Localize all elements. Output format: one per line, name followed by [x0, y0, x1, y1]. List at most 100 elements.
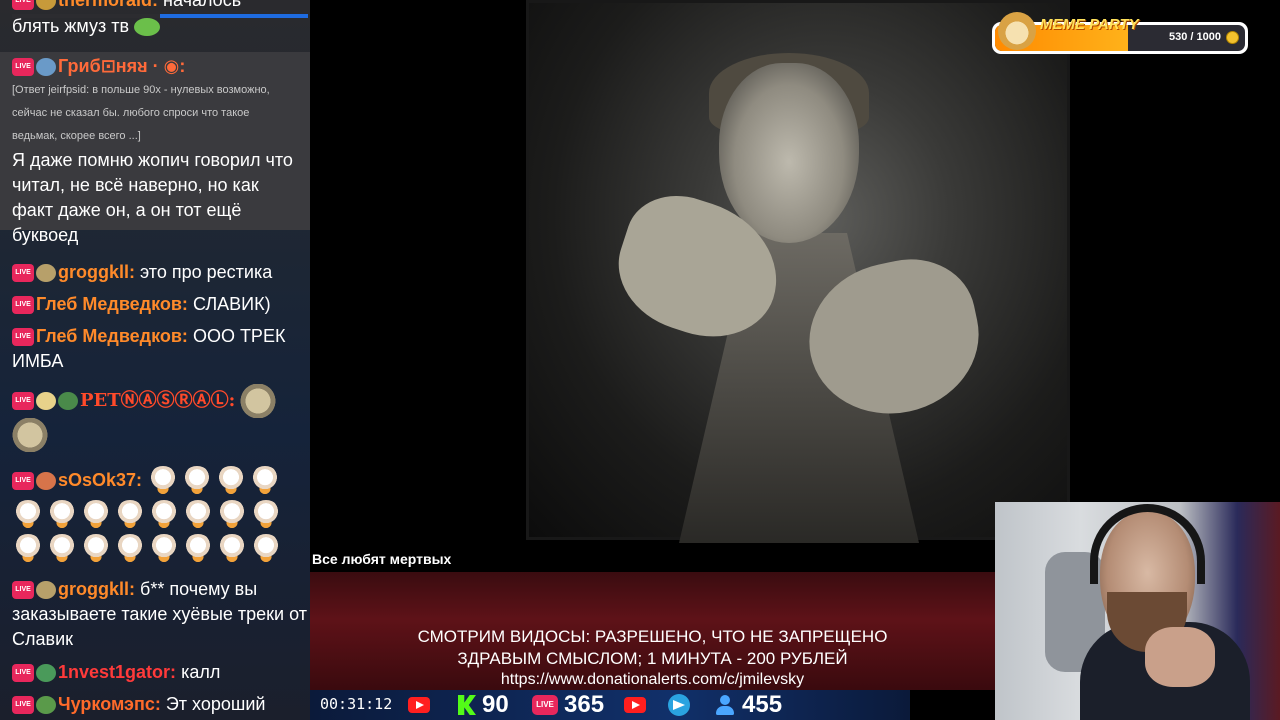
reply-quote: [Ответ jeirfpsid: в польше 90х - нулевых…	[12, 84, 270, 142]
meme-party-title: MEME PARTY	[1040, 16, 1139, 33]
chat-text: Эт хороший	[165, 694, 266, 714]
chat-username[interactable]: sOsOk37:	[58, 470, 142, 490]
live-viewer-count: 365	[564, 691, 605, 718]
emote-badge-icon	[36, 58, 56, 77]
chat-message: LIVE Глеб Медведков: СЛАВИК)	[12, 292, 308, 317]
telegram-icon	[668, 694, 690, 716]
photo-face	[719, 63, 859, 243]
live-badge: LIVE	[12, 472, 34, 490]
banner-line-2: ЗДРАВЫМ СМЫСЛОМ; 1 МИНУТА - 200 РУБЛЕЙ	[457, 649, 848, 668]
chat-username[interactable]: Чуркомэпс:	[58, 694, 161, 714]
donation-link[interactable]: https://www.donationalerts.com/c/jmilevs…	[310, 669, 995, 691]
pepe-emote-icon	[36, 664, 56, 683]
live-badge: LIVE	[12, 664, 34, 683]
meme-party-widget: 530 / 1000 MEME PARTY	[992, 12, 1248, 54]
live-badge: LIVE	[12, 581, 34, 600]
streamer-webcam	[995, 502, 1280, 720]
chat-text: б** почему вы заказываете такие хуёвые т…	[12, 579, 307, 649]
chat-message: LIVE thermoraid: началось	[12, 0, 308, 13]
telegram-stat	[668, 690, 690, 720]
stream-timer: 00:31:12	[320, 695, 393, 713]
emote-badge-icon	[36, 264, 56, 283]
chat-text: блять жмуз тв	[12, 16, 130, 36]
doge-icon	[998, 12, 1036, 50]
user-icon	[714, 694, 736, 716]
live-badge: LIVE	[12, 392, 34, 410]
chat-username[interactable]: PETⓃⒶⓈⓇⒶⓁ:	[80, 390, 235, 411]
chicken-emote-icon	[216, 500, 248, 532]
chicken-emote-icon	[46, 500, 78, 532]
live-icon: LIVE	[532, 695, 558, 715]
chat-message: LIVE groggkll: это про рестика	[12, 260, 308, 285]
donation-banner: СМОТРИМ ВИДОСЫ: РАЗРЕШЕНО, ЧТО НЕ ЗАПРЕЩ…	[310, 572, 995, 690]
chat-username[interactable]: Гриб⊡няᴚ · ◉:	[58, 56, 185, 76]
chicken-emote-icon	[182, 500, 214, 532]
emote-badge-icon	[36, 472, 56, 490]
video-frame-photo	[526, 0, 1070, 543]
chat-text: Я даже помню жопич говорил что читал, не…	[12, 150, 293, 245]
chat-message: LIVE PETⓃⒶⓈⓇⒶⓁ:	[12, 384, 308, 452]
chat-message: блять жмуз тв	[12, 14, 308, 39]
chicken-emote-icon	[148, 534, 180, 566]
chicken-emote-icon	[147, 466, 180, 498]
chicken-emote-icon	[46, 534, 78, 566]
chicken-emote-icon	[182, 534, 214, 566]
chat-message: LIVE 1nvest1gator: калл	[12, 660, 308, 685]
chicken-emote-icon	[114, 534, 146, 566]
live-badge: LIVE	[12, 0, 34, 11]
chicken-emote-icon	[181, 466, 214, 498]
webcam-hand	[1145, 627, 1215, 687]
chicken-emote-icon	[80, 500, 112, 532]
chat-username[interactable]: groggkll:	[58, 262, 135, 282]
youtube-stat	[408, 690, 430, 720]
chicken-emote-icon	[216, 534, 248, 566]
chicken-emote-icon	[80, 534, 112, 566]
chat-message: LIVE Чуркомэпс: Эт хороший	[12, 692, 308, 717]
emote-badge-icon	[36, 0, 56, 11]
chat-text: началось	[163, 0, 242, 10]
youtube-stat-2	[624, 690, 646, 720]
chat-message-reply: LIVE Гриб⊡няᴚ · ◉: [Ответ jeirfpsid: в по…	[0, 52, 310, 245]
pepe-emote-icon	[58, 392, 78, 410]
video-title: Все любят мертвых	[312, 551, 452, 567]
live-badge: LIVE	[12, 264, 34, 283]
beer-emote-icon	[36, 392, 56, 410]
kick-icon	[458, 695, 476, 715]
stream-stats-bar: 00:31:12 90 LIVE 365 455	[310, 690, 910, 720]
chicken-emote-icon	[250, 500, 282, 532]
chat-username[interactable]: groggkll:	[58, 579, 135, 599]
live-stat: LIVE 365	[532, 690, 604, 720]
chat-panel: LIVE thermoraid: началось блять жмуз тв L…	[0, 0, 310, 720]
total-viewer-count: 455	[742, 691, 783, 718]
live-badge: LIVE	[12, 696, 34, 715]
pepe-emote-icon	[134, 18, 161, 37]
live-badge: LIVE	[12, 296, 34, 315]
chicken-emote-icon	[250, 534, 282, 566]
chat-text: калл	[181, 662, 221, 682]
live-badge: LIVE	[12, 58, 34, 77]
youtube-icon	[624, 697, 646, 713]
kick-stat: 90	[458, 690, 509, 720]
frog-emote-icon	[12, 418, 48, 452]
banner-line-1: СМОТРИМ ВИДОСЫ: РАЗРЕШЕНО, ЧТО НЕ ЗАПРЕЩ…	[417, 627, 888, 646]
chat-message: LIVE sOsOk37:	[12, 464, 308, 566]
chicken-emote-icon	[114, 500, 146, 532]
frog-emote-icon	[240, 384, 277, 418]
chat-message: LIVE Глеб Медведков: ООО ТРЕК ИМБА	[12, 324, 308, 374]
coin-icon	[1226, 31, 1239, 44]
total-viewers-stat: 455	[714, 690, 782, 720]
live-badge: LIVE	[12, 328, 34, 347]
chat-message: LIVE groggkll: б** почему вы заказываете …	[12, 577, 308, 652]
kick-viewer-count: 90	[482, 691, 509, 718]
chicken-emote-icon	[215, 466, 248, 498]
pepe-emote-icon	[36, 696, 56, 715]
chicken-emote-icon	[148, 500, 180, 532]
chat-username[interactable]: Глеб Медведков:	[36, 326, 188, 346]
meme-party-count: 530 / 1000	[1169, 31, 1221, 43]
chat-username[interactable]: thermoraid:	[58, 0, 158, 10]
chat-text: СЛАВИК)	[192, 294, 271, 314]
chat-username[interactable]: Глеб Медведков:	[36, 294, 188, 314]
headphones-icon	[1090, 504, 1205, 584]
chicken-emote-icon	[12, 534, 44, 566]
chat-username[interactable]: 1nvest1gator:	[58, 662, 176, 682]
